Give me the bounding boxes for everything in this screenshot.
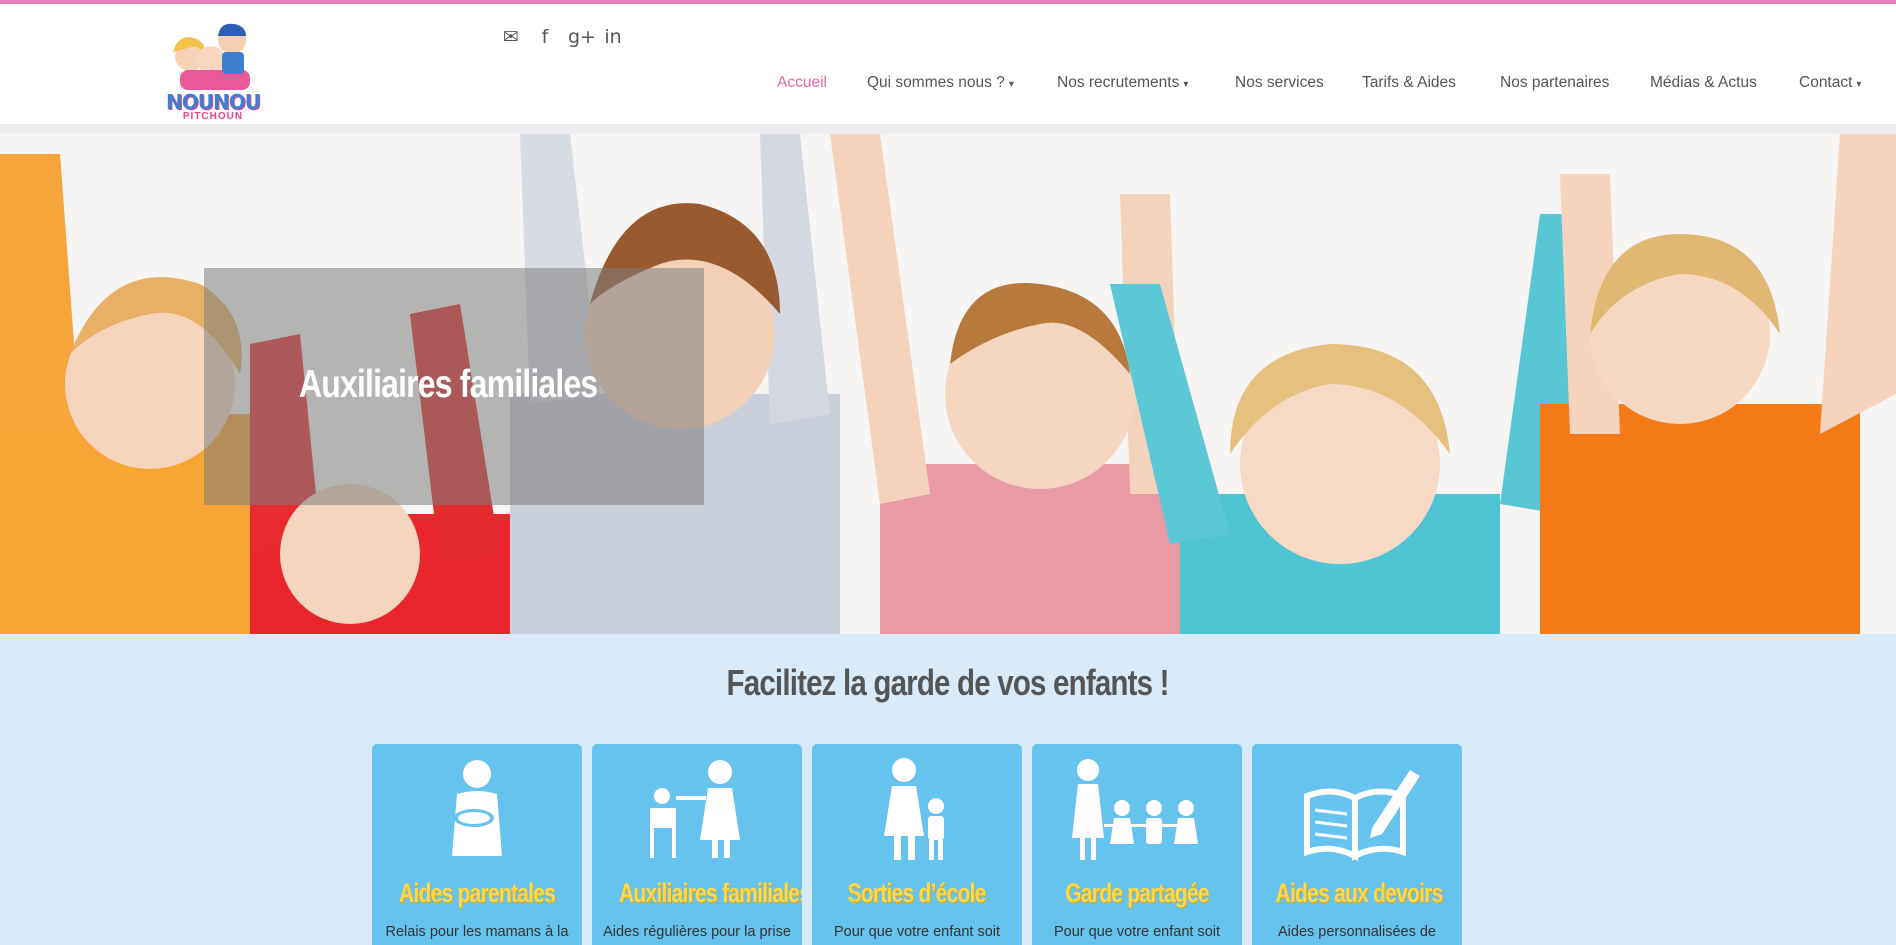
service-card-garde-partagee[interactable]: Garde partagée Pour que votre enfant soi… [1032, 744, 1242, 945]
chevron-down-icon: ▾ [1008, 79, 1014, 90]
nav-item-nos-services[interactable]: Nos services [1235, 74, 1324, 92]
nav-item-qui-sommes-nous[interactable]: Qui sommes nous ? ▾ [867, 74, 1014, 92]
card-description: Pour que votre enfant soit [1053, 924, 1221, 940]
group-of-children-icon [1072, 759, 1198, 860]
card-title: Aides aux devoirs [1252, 878, 1462, 909]
adult-with-child-icon [884, 758, 944, 860]
services-section: Facilitez la garde de vos enfants ! Aide… [0, 634, 1896, 945]
nav-label: Médias & Actus [1650, 74, 1757, 91]
nav-item-tarifs-aides[interactable]: Tarifs & Aides [1362, 74, 1456, 92]
card-description: Aides régulières pour la prise [603, 924, 791, 940]
card-title-text: Garde partagée [1065, 878, 1209, 908]
nav-item-nos-partenaires[interactable]: Nos partenaires [1500, 74, 1609, 92]
card-title-text: Auxiliaires familiales [618, 878, 802, 908]
facebook-icon[interactable]: f [534, 26, 556, 48]
service-card-sorties-ecole[interactable]: Sorties d’école Pour que votre enfant so… [812, 744, 1022, 945]
hero-title: Auxiliaires familiales [299, 363, 598, 406]
site-header: NOUNOU PITCHOUN ✉ f g+ in Accueil Qui so… [0, 4, 1896, 124]
chevron-down-icon: ▾ [1183, 79, 1189, 90]
chevron-down-icon: ▾ [1856, 79, 1862, 90]
linkedin-icon[interactable]: in [602, 26, 624, 48]
hero-banner: Auxiliaires familiales [0, 134, 1896, 634]
logo-tagline: PITCHOUN [182, 111, 244, 122]
nav-label: Nos partenaires [1500, 74, 1610, 91]
card-title-text: Aides aux devoirs [1275, 878, 1444, 908]
envelope-icon[interactable]: ✉ [500, 26, 522, 48]
card-description: Relais pour les mamans à la [385, 924, 569, 940]
card-title: Auxiliaires familiales [592, 878, 802, 909]
nav-item-accueil[interactable]: Accueil [777, 74, 827, 92]
google-plus-icon[interactable]: g+ [568, 26, 596, 48]
services-heading: Facilitez la garde de vos enfants ! [0, 662, 1896, 704]
hero-caption-box: Auxiliaires familiales [204, 268, 704, 505]
card-title-text: Aides parentales [398, 878, 556, 908]
card-title: Sorties d’école [812, 878, 1022, 909]
nav-item-medias-actus[interactable]: Médias & Actus [1650, 74, 1757, 92]
nav-label: Tarifs & Aides [1362, 74, 1456, 91]
card-title: Aides parentales [372, 878, 582, 909]
service-card-auxiliaires-familiales[interactable]: Auxiliaires familiales Aides régulières … [592, 744, 802, 945]
nav-label: Qui sommes nous ? [867, 74, 1005, 91]
mother-baby-icon [452, 760, 502, 856]
nav-label: Nos recrutements [1057, 74, 1180, 91]
card-description: Aides personnalisées de [1278, 924, 1436, 940]
nav-item-contact[interactable]: Contact ▾ [1799, 74, 1861, 92]
logo-kids-icon [173, 23, 250, 90]
card-title: Garde partagée [1032, 878, 1242, 909]
card-title-text: Sorties d’école [847, 878, 987, 908]
service-card-aides-parentales[interactable]: Aides parentales Relais pour les mamans … [372, 744, 582, 945]
nav-label: Nos services [1235, 74, 1324, 91]
feeding-child-icon [650, 760, 740, 858]
nav-item-nos-recrutements[interactable]: Nos recrutements ▾ [1057, 74, 1188, 92]
services-heading-text: Facilitez la garde de vos enfants ! [726, 662, 1170, 703]
main-nav: Accueil Qui sommes nous ? ▾ Nos recruteme… [760, 74, 1896, 98]
header-divider [0, 124, 1896, 134]
book-pencil-icon [1304, 770, 1420, 861]
nav-label: Contact [1799, 74, 1853, 91]
service-card-aides-aux-devoirs[interactable]: Aides aux devoirs Aides personnalisées d… [1252, 744, 1462, 945]
nav-label: Accueil [777, 74, 827, 91]
social-links: ✉ f g+ in [500, 26, 624, 48]
site-logo[interactable]: NOUNOU PITCHOUN [158, 18, 268, 122]
card-description: Pour que votre enfant soit [833, 924, 1001, 940]
